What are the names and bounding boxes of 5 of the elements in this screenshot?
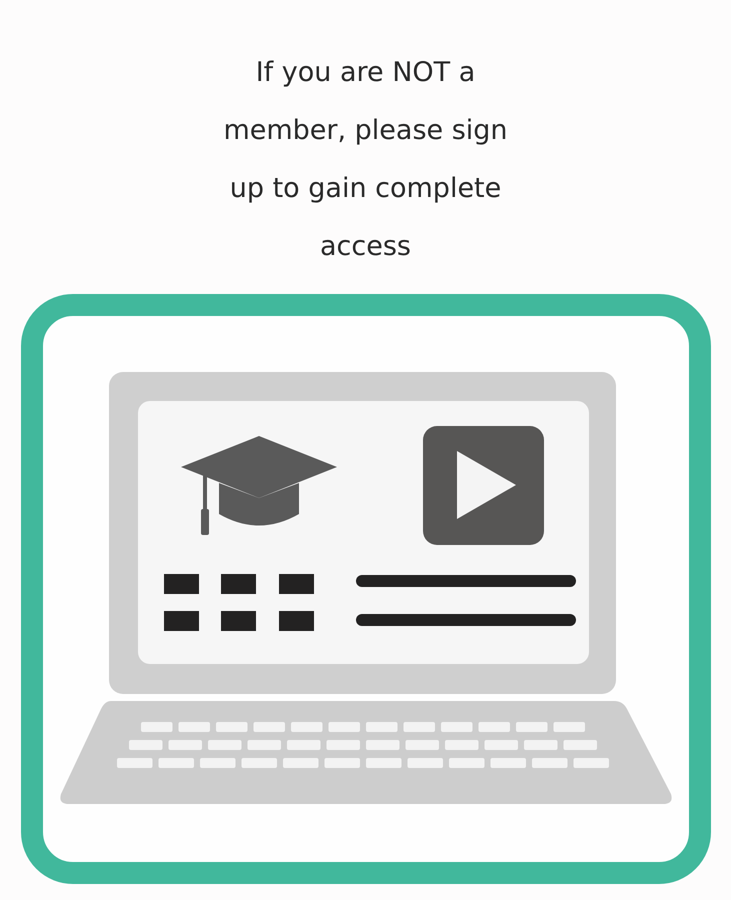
play-icon (422, 426, 544, 545)
text-lines-icon (356, 575, 576, 626)
sign-up-message: If you are NOT a member, please sign up to gain complete access (222, 56, 509, 264)
grid-icon (164, 574, 314, 631)
graduation-cap-icon (180, 436, 336, 535)
